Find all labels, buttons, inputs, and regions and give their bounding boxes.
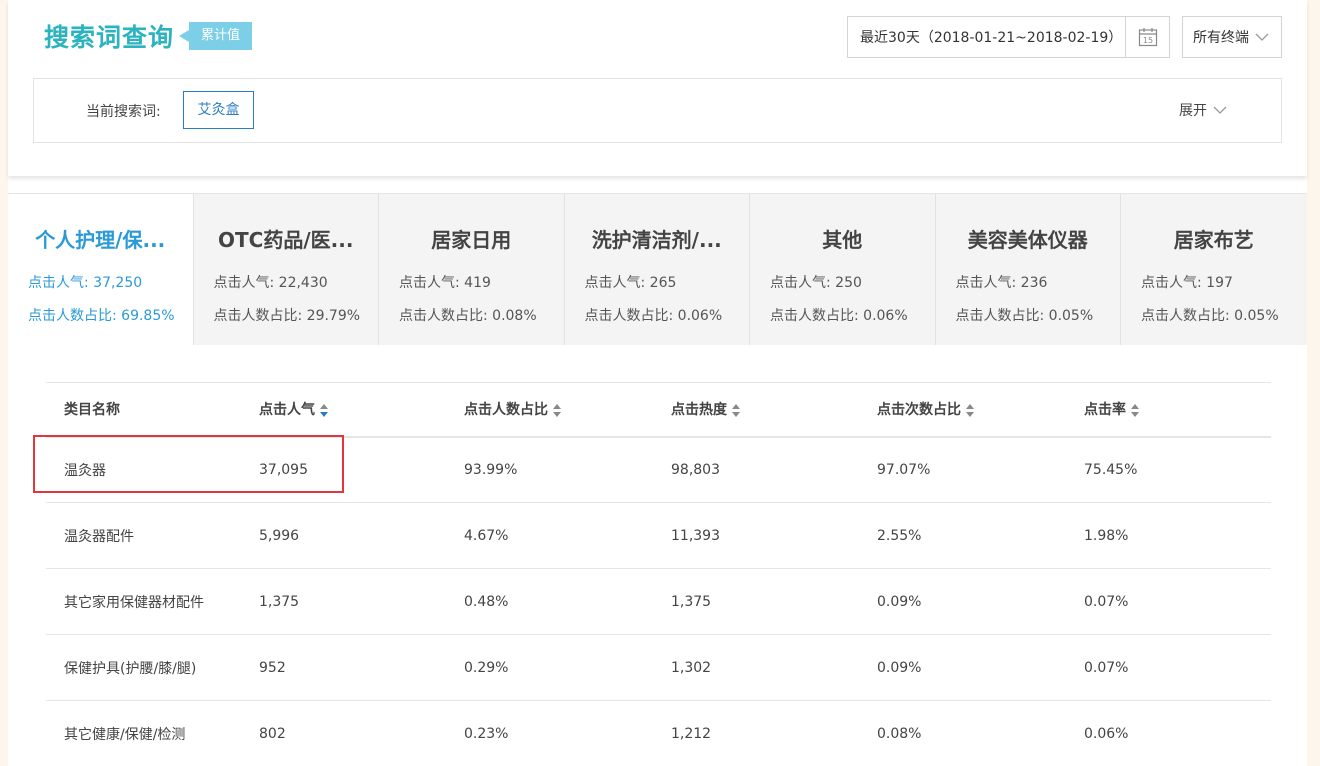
category-click-share: 点击人数占比: 29.79% xyxy=(213,308,361,324)
table-cell: 5,996 xyxy=(241,502,446,569)
table-cell: 4.67% xyxy=(446,502,653,569)
category-tab[interactable]: 居家布艺 点击人气: 197 点击人数占比: 0.05% xyxy=(1121,194,1307,345)
calendar-icon: 15 xyxy=(1138,28,1157,47)
device-select-value: 所有终端 xyxy=(1193,30,1249,46)
chevron-down-icon xyxy=(1255,33,1269,41)
table-cell: 温灸器 xyxy=(46,436,241,503)
category-tab-name: 洗护清洁剂/... xyxy=(591,228,722,252)
category-tab[interactable]: 个人护理/保... 点击人气: 37,250 点击人数占比: 69.85% xyxy=(8,194,194,345)
category-click-share: 点击人数占比: 69.85% xyxy=(28,308,175,324)
table-row: 温灸器 37,095 93.99% 98,803 97.07% 75.45% xyxy=(46,436,1271,503)
sort-icon[interactable] xyxy=(320,403,329,417)
table-cell: 0.29% xyxy=(446,634,653,701)
chevron-down-icon xyxy=(1213,106,1227,114)
table-cell: 11,393 xyxy=(653,502,859,569)
date-range-picker[interactable]: 最近30天（2018-01-21~2018-02-19） 15 xyxy=(847,16,1170,58)
table-cell: 0.48% xyxy=(446,568,653,635)
table-cell: 97.07% xyxy=(859,436,1066,503)
category-tab-name: 居家日用 xyxy=(431,228,512,252)
table-row: 其它健康/保健/检测 802 0.23% 1,212 0.08% 0.06% xyxy=(46,700,1271,766)
table-cell: 75.45% xyxy=(1066,436,1271,503)
category-click-popularity: 点击人气: 37,250 xyxy=(28,275,143,291)
table-cell: 0.07% xyxy=(1066,634,1271,701)
category-click-share: 点击人数占比: 0.08% xyxy=(399,308,537,324)
category-tab-name: 其他 xyxy=(822,228,863,252)
category-click-popularity: 点击人气: 197 xyxy=(1141,275,1233,291)
category-tab-name: 美容美体仪器 xyxy=(967,228,1088,252)
column-header: 类目名称 xyxy=(46,382,241,438)
category-click-share: 点击人数占比: 0.06% xyxy=(770,308,908,324)
category-click-popularity: 点击人气: 419 xyxy=(399,275,491,291)
sort-icon[interactable] xyxy=(966,403,975,417)
table-cell: 802 xyxy=(241,700,446,766)
table-header-row: 类目名称 点击人气 点击人数占比 点击热度 点击次数占比 点击率 xyxy=(46,382,1271,438)
search-term-tag[interactable]: 艾灸盒 xyxy=(183,91,254,129)
table-cell: 37,095 xyxy=(241,436,446,503)
category-click-share: 点击人数占比: 0.05% xyxy=(955,308,1094,324)
table-cell: 952 xyxy=(241,634,446,701)
category-table: 类目名称 点击人气 点击人数占比 点击热度 点击次数占比 点击率 温灸器 37,… xyxy=(46,382,1271,766)
table-cell: 1,375 xyxy=(653,568,859,635)
table-cell: 温灸器配件 xyxy=(46,502,241,569)
category-click-share: 点击人数占比: 0.05% xyxy=(1141,308,1279,324)
sort-icon[interactable] xyxy=(1131,403,1140,417)
svg-text:15: 15 xyxy=(1142,36,1152,45)
page: 搜索词查询 累计值 最近30天（2018-01-21~2018-02-19） 1… xyxy=(8,0,1307,766)
table-cell: 0.23% xyxy=(446,700,653,766)
expand-label: 展开 xyxy=(1179,103,1207,119)
category-tabs: 个人护理/保... 点击人气: 37,250 点击人数占比: 69.85% OT… xyxy=(8,193,1307,345)
cumulative-badge: 累计值 xyxy=(179,22,252,50)
column-header[interactable]: 点击次数占比 xyxy=(859,382,1066,438)
column-header[interactable]: 点击率 xyxy=(1066,382,1271,438)
table-cell: 0.09% xyxy=(859,634,1066,701)
table-cell: 0.09% xyxy=(859,568,1066,635)
table-cell: 98,803 xyxy=(653,436,859,503)
sort-icon[interactable] xyxy=(732,403,741,417)
category-click-popularity: 点击人气: 236 xyxy=(955,275,1048,291)
table-cell: 其它健康/保健/检测 xyxy=(46,700,241,766)
column-header[interactable]: 点击人气 xyxy=(241,382,446,438)
page-title: 搜索词查询 xyxy=(44,23,175,52)
category-tab[interactable]: 美容美体仪器 点击人气: 236 点击人数占比: 0.05% xyxy=(935,194,1121,345)
sort-icon[interactable] xyxy=(553,403,562,417)
category-click-share: 点击人数占比: 0.06% xyxy=(584,308,723,324)
table-cell: 0.06% xyxy=(1066,700,1271,766)
current-search-label: 当前搜索词: xyxy=(86,104,161,120)
table-cell: 93.99% xyxy=(446,436,653,503)
search-term-panel: 当前搜索词: 艾灸盒 展开 xyxy=(33,78,1282,143)
date-range-text: 最近30天（2018-01-21~2018-02-19） xyxy=(860,30,1123,46)
category-click-popularity: 点击人气: 265 xyxy=(584,275,677,291)
category-click-popularity: 点击人气: 250 xyxy=(770,275,862,291)
table-cell: 1,375 xyxy=(241,568,446,635)
table-row: 温灸器配件 5,996 4.67% 11,393 2.55% 1.98% xyxy=(46,502,1271,569)
category-tab[interactable]: 其他 点击人气: 250 点击人数占比: 0.06% xyxy=(750,194,936,345)
device-select[interactable]: 所有终端 xyxy=(1182,16,1282,58)
expand-toggle[interactable]: 展开 xyxy=(1179,100,1227,120)
table-row: 保健护具(护腰/膝/腿) 952 0.29% 1,302 0.09% 0.07% xyxy=(46,634,1271,701)
header: 搜索词查询 累计值 最近30天（2018-01-21~2018-02-19） 1… xyxy=(8,0,1307,176)
category-tab[interactable]: OTC药品/医... 点击人气: 22,430 点击人数占比: 29.79% xyxy=(193,194,379,345)
column-header[interactable]: 点击热度 xyxy=(653,382,859,438)
column-header[interactable]: 点击人数占比 xyxy=(446,382,653,438)
table-cell: 保健护具(护腰/膝/腿) xyxy=(46,634,241,701)
table-cell: 其它家用保健器材配件 xyxy=(46,568,241,635)
table-cell: 0.07% xyxy=(1066,568,1271,635)
table-cell: 1,302 xyxy=(653,634,859,701)
category-tab-name: 个人护理/保... xyxy=(35,228,166,252)
table-row: 其它家用保健器材配件 1,375 0.48% 1,375 0.09% 0.07% xyxy=(46,568,1271,635)
table-cell: 2.55% xyxy=(859,502,1066,569)
category-tab-name: OTC药品/医... xyxy=(218,228,354,252)
table-cell: 1,212 xyxy=(653,700,859,766)
category-tab-name: 居家布艺 xyxy=(1173,228,1254,252)
category-tab[interactable]: 居家日用 点击人气: 419 点击人数占比: 0.08% xyxy=(379,194,565,345)
category-click-popularity: 点击人气: 22,430 xyxy=(213,275,328,291)
calendar-button[interactable]: 15 xyxy=(1125,17,1169,57)
category-tab[interactable]: 洗护清洁剂/... 点击人气: 265 点击人数占比: 0.06% xyxy=(564,194,750,345)
table-cell: 1.98% xyxy=(1066,502,1271,569)
table-cell: 0.08% xyxy=(859,700,1066,766)
